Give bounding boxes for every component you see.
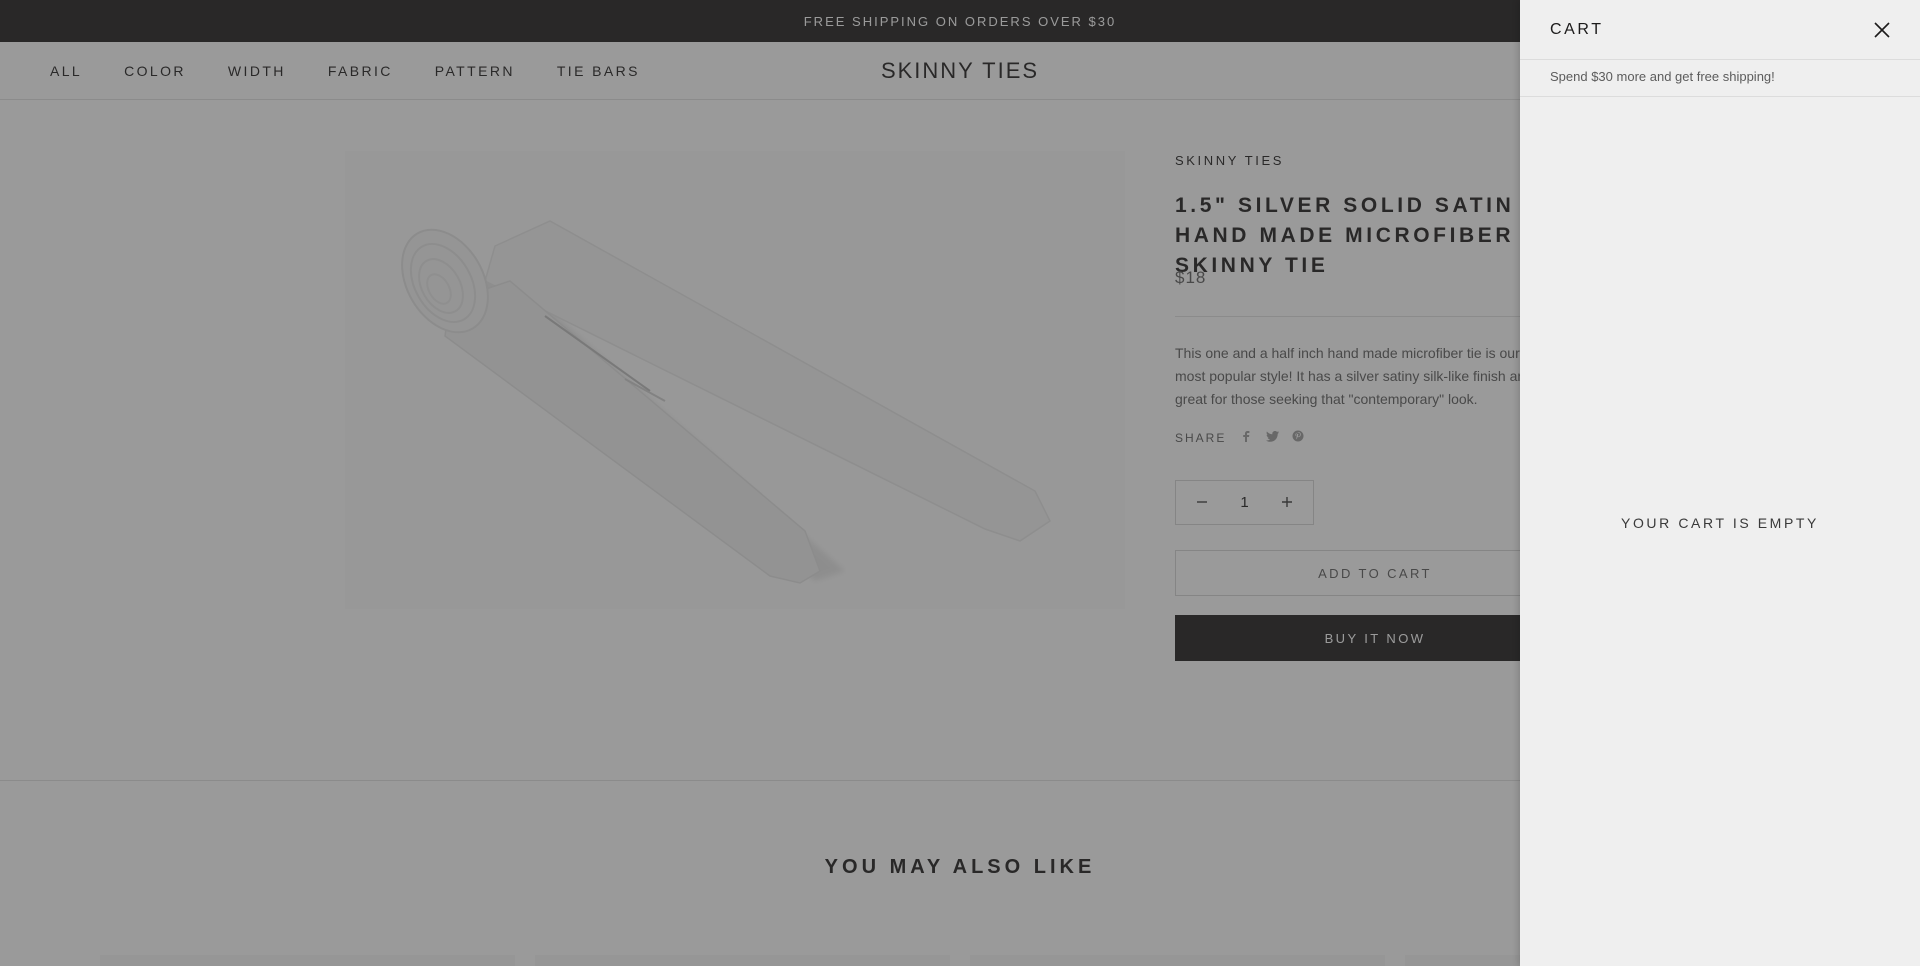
cart-empty-message: YOUR CART IS EMPTY <box>1621 515 1819 531</box>
page-overlay[interactable] <box>0 0 1520 966</box>
cart-drawer: CART Spend $30 more and get free shippin… <box>1520 0 1920 966</box>
close-icon[interactable] <box>1872 20 1892 40</box>
cart-title: CART <box>1550 21 1604 38</box>
free-shipping-message: Spend $30 more and get free shipping! <box>1550 69 1775 84</box>
divider <box>1520 96 1920 97</box>
cart-header: CART <box>1520 0 1920 60</box>
